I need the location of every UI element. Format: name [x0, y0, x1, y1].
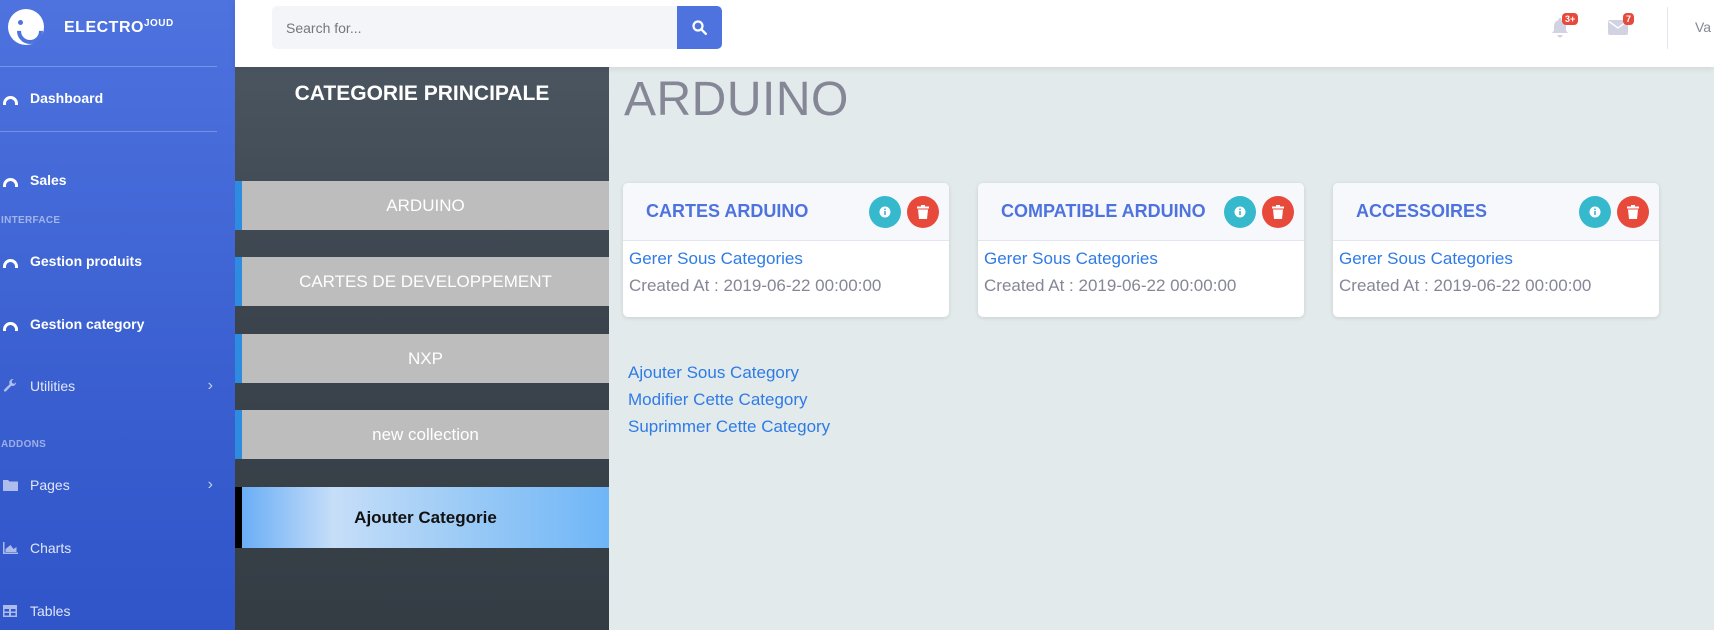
manage-subcategories-link[interactable]: Gerer Sous Categories — [1339, 245, 1653, 272]
gauge-icon — [2, 317, 18, 331]
card-header: ACCESSOIRES — [1333, 183, 1659, 241]
sidebar-item-dashboard[interactable]: Dashboard — [0, 90, 235, 106]
search-bar — [272, 6, 722, 49]
edit-category-link[interactable]: Modifier Cette Category — [628, 386, 830, 413]
gauge-icon — [2, 254, 18, 268]
manage-subcategories-link[interactable]: Gerer Sous Categories — [629, 245, 943, 272]
delete-button[interactable] — [1262, 196, 1294, 228]
sidebar-divider — [0, 66, 217, 67]
info-button[interactable] — [869, 196, 901, 228]
subcategory-card: CARTES ARDUINO Gerer Sous Categories Cre… — [623, 183, 949, 317]
messages-badge: 7 — [1623, 13, 1635, 25]
card-title: CARTES ARDUINO — [646, 201, 809, 221]
category-item-nxp[interactable]: NXP — [235, 334, 609, 383]
main-content: ARDUINO CARTES ARDUINO Gerer Sous Catego… — [609, 67, 1714, 630]
search-icon — [692, 20, 707, 35]
category-panel-title: CATEGORIE PRINCIPALE — [294, 82, 550, 105]
sidebar-item-label: Tables — [30, 603, 71, 619]
trash-icon — [1272, 205, 1284, 219]
delete-button[interactable] — [907, 196, 939, 228]
created-at: Created At : 2019-06-22 00:00:00 — [629, 276, 882, 295]
sidebar-item-sales[interactable]: Sales — [0, 172, 235, 188]
gauge-icon — [2, 173, 18, 187]
sidebar-heading-addons: ADDONS — [1, 439, 47, 450]
subcategory-card: COMPATIBLE ARDUINO Gerer Sous Categories… — [978, 183, 1304, 317]
add-subcategory-link[interactable]: Ajouter Sous Category — [628, 359, 830, 386]
trash-icon — [1627, 205, 1639, 219]
page-title: ARDUINO — [624, 73, 849, 126]
sidebar-item-gestion-produits[interactable]: Gestion produits — [0, 253, 235, 269]
created-at: Created At : 2019-06-22 00:00:00 — [1339, 276, 1592, 295]
messages-button[interactable]: 7 — [1608, 13, 1635, 35]
manage-subcategories-link[interactable]: Gerer Sous Categories — [984, 245, 1298, 272]
search-input[interactable] — [272, 6, 677, 49]
trash-icon — [917, 205, 929, 219]
sidebar: ELECTROJOUD Dashboard Sales INTERFACE Ge… — [0, 0, 235, 630]
sidebar-item-label: Gestion category — [30, 316, 145, 332]
folder-icon — [2, 478, 18, 492]
wrench-icon — [2, 379, 18, 393]
sidebar-item-label: Sales — [30, 172, 67, 188]
subcategory-card: ACCESSOIRES Gerer Sous Categories Create… — [1333, 183, 1659, 317]
sidebar-heading-interface: INTERFACE — [1, 215, 61, 226]
search-button[interactable] — [677, 6, 722, 49]
brand[interactable]: ELECTROJOUD — [0, 0, 235, 54]
card-body: Gerer Sous Categories Created At : 2019-… — [978, 241, 1304, 303]
brand-logo-icon — [8, 9, 44, 45]
sidebar-item-label: Charts — [30, 540, 72, 556]
sidebar-item-gestion-category[interactable]: Gestion category — [0, 316, 235, 332]
created-at: Created At : 2019-06-22 00:00:00 — [984, 276, 1237, 295]
card-body: Gerer Sous Categories Created At : 2019-… — [1333, 241, 1659, 303]
sidebar-item-charts[interactable]: Charts — [0, 540, 235, 556]
sidebar-item-pages[interactable]: Pages › — [0, 476, 235, 493]
chevron-right-icon: › — [207, 476, 213, 493]
category-item-new-collection[interactable]: new collection — [235, 410, 609, 459]
topbar-divider — [1667, 7, 1668, 49]
delete-category-link[interactable]: Suprimmer Cette Category — [628, 413, 830, 440]
add-category-button[interactable]: Ajouter Categorie — [235, 487, 609, 548]
chevron-right-icon: › — [207, 377, 213, 394]
category-item-arduino[interactable]: ARDUINO — [235, 181, 609, 230]
sidebar-item-label: Utilities — [30, 378, 76, 394]
alerts-badge: 3+ — [1562, 13, 1579, 25]
chart-area-icon — [2, 541, 18, 555]
topbar: 3+ 7 Va — [235, 0, 1714, 67]
info-icon — [879, 206, 891, 218]
card-header: COMPATIBLE ARDUINO — [978, 183, 1304, 241]
card-title: COMPATIBLE ARDUINO — [1001, 201, 1206, 221]
info-button[interactable] — [1579, 196, 1611, 228]
info-icon — [1234, 206, 1246, 218]
table-icon — [2, 604, 18, 618]
delete-button[interactable] — [1617, 196, 1649, 228]
sidebar-item-label: Dashboard — [30, 90, 104, 106]
category-item-cartes-developpement[interactable]: CARTES DE DEVELOPPEMENT — [235, 257, 609, 306]
card-title: ACCESSOIRES — [1356, 201, 1488, 221]
sidebar-item-tables[interactable]: Tables — [0, 603, 235, 619]
sidebar-item-utilities[interactable]: Utilities › — [0, 377, 235, 394]
sidebar-item-label: Pages — [30, 477, 70, 493]
sidebar-divider — [0, 131, 217, 132]
brand-name: ELECTROJOUD — [64, 17, 174, 36]
alerts-button[interactable]: 3+ — [1551, 13, 1579, 38]
category-panel: CATEGORIE PRINCIPALE ARDUINO CARTES DE D… — [235, 67, 609, 630]
category-actions: Ajouter Sous Category Modifier Cette Cat… — [628, 359, 830, 440]
info-icon — [1589, 206, 1601, 218]
info-button[interactable] — [1224, 196, 1256, 228]
card-header: CARTES ARDUINO — [623, 183, 949, 241]
user-name[interactable]: Va — [1695, 19, 1711, 35]
gauge-icon — [2, 91, 18, 105]
card-body: Gerer Sous Categories Created At : 2019-… — [623, 241, 949, 303]
sidebar-item-label: Gestion produits — [30, 253, 142, 269]
